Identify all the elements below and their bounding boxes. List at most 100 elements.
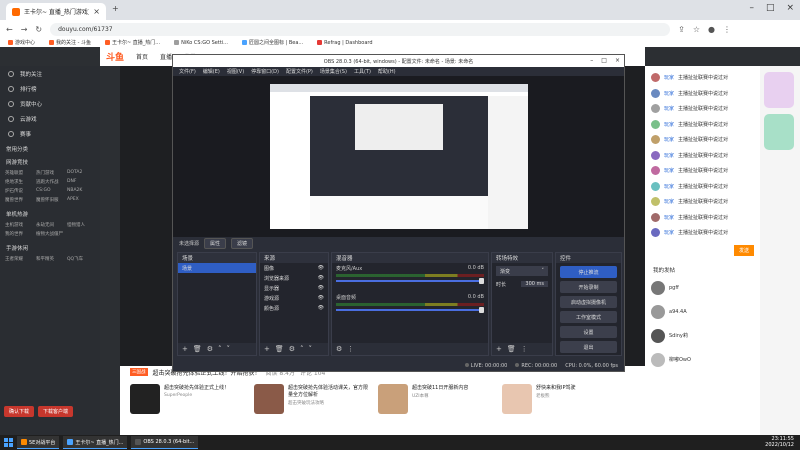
transition-select[interactable]: 渐变 ˅ <box>496 266 548 276</box>
post-item[interactable]: a94.4A <box>645 300 760 324</box>
sidebar-item-rank[interactable]: 排行榜 <box>0 81 100 96</box>
up-icon[interactable]: ˄ <box>218 345 222 353</box>
bookmark-item[interactable]: 匠圆之间全图标 | Bea... <box>241 39 303 46</box>
config-icon[interactable]: ⚙ <box>289 345 295 353</box>
volume-slider[interactable] <box>336 307 484 313</box>
volume-slider[interactable] <box>336 278 484 284</box>
share-icon[interactable]: ⇪ <box>678 25 685 34</box>
nav-home[interactable]: 首页 <box>136 52 148 61</box>
game-link[interactable]: 魔兽世界 <box>5 197 36 203</box>
add-icon[interactable]: + <box>182 345 188 353</box>
source-item[interactable]: 显示器 👁 <box>260 283 328 293</box>
eye-icon[interactable]: 👁 <box>318 285 324 291</box>
filters-button[interactable]: 滤镜 <box>231 238 254 249</box>
game-link[interactable]: NBA2K <box>67 188 98 194</box>
close-tab-icon[interactable]: × <box>93 7 100 16</box>
back-icon[interactable]: ← <box>6 25 13 34</box>
game-link[interactable]: 逃跑大作战 <box>36 179 67 185</box>
post-item[interactable]: 柳嘟OwO <box>645 348 760 372</box>
add-icon[interactable]: + <box>264 345 270 353</box>
slider-handle[interactable] <box>479 278 484 284</box>
menu-scene-collection[interactable]: 场景集合(S) <box>320 68 347 75</box>
article-card[interactable]: 超击突破抢先体验活动课关，官方限量全方位解析 超击突破玩法攻略 <box>254 384 372 431</box>
source-item[interactable]: 图像 👁 <box>260 263 328 273</box>
more-icon[interactable]: ⋮ <box>347 345 354 353</box>
menu-view[interactable]: 视图(V) <box>227 68 244 75</box>
menu-help[interactable]: 帮助(H) <box>378 68 396 75</box>
settings-button[interactable]: 设置 <box>560 326 617 338</box>
game-link[interactable]: QQ飞车 <box>67 256 98 262</box>
post-item[interactable]: Sdiny莉 <box>645 324 760 348</box>
trash-icon[interactable]: 🗑 <box>193 345 202 353</box>
more-icon[interactable]: ⋮ <box>521 345 528 353</box>
confirm-download-button[interactable]: 确认下载 <box>4 406 35 417</box>
windows-start-icon[interactable] <box>4 438 13 447</box>
minimize-icon[interactable]: – <box>590 57 593 64</box>
obs-preview[interactable] <box>173 76 624 237</box>
menu-icon[interactable]: ⋮ <box>723 25 731 34</box>
down-icon[interactable]: ˅ <box>309 345 313 353</box>
sidebar-item-follow[interactable]: 我的关注 <box>0 66 100 81</box>
bookmark-item[interactable]: 游戏中心 <box>8 39 35 46</box>
close-icon[interactable]: × <box>615 57 620 64</box>
close-icon[interactable]: × <box>786 3 794 13</box>
forward-icon[interactable]: → <box>21 25 28 34</box>
taskbar-item[interactable]: OBS 28.0.3 (64-bit... <box>131 436 199 449</box>
article-card[interactable]: 超击突破抢先体验正式上线！ SuperPeople <box>130 384 248 431</box>
duration-input[interactable]: 300 ms <box>521 281 548 287</box>
trash-icon[interactable]: 🗑 <box>275 345 284 353</box>
bookmark-item[interactable]: NiKo CS:GO Setti... <box>174 40 228 46</box>
game-link[interactable]: 主机游戏 <box>5 222 36 228</box>
menu-edit[interactable]: 编辑(E) <box>203 68 220 75</box>
site-logo[interactable]: 斗鱼 <box>106 50 124 63</box>
promo-badge[interactable] <box>764 72 794 108</box>
game-link[interactable]: 英雄联盟 <box>5 170 36 176</box>
slider-handle[interactable] <box>479 307 484 313</box>
sidebar-item-contribute[interactable]: 贡献中心 <box>0 96 100 111</box>
sidebar-item-events[interactable]: 赛事 <box>0 126 100 141</box>
game-link[interactable]: 和平精英 <box>36 256 67 262</box>
game-link[interactable]: 永劫无间 <box>36 222 67 228</box>
game-link[interactable]: APEX <box>67 197 98 203</box>
profile-icon[interactable]: ● <box>708 25 715 34</box>
promo-badge[interactable] <box>764 114 794 150</box>
maximize-icon[interactable]: □ <box>601 57 607 64</box>
article-card[interactable]: 超击突破11日开服新内容 UZI本尊 <box>378 384 496 431</box>
virtual-camera-button[interactable]: 启动虚拟摄像机 <box>560 296 617 308</box>
studio-mode-button[interactable]: 工作室模式 <box>560 311 617 323</box>
game-link[interactable]: 魔兽怀旧服 <box>36 197 67 203</box>
game-link[interactable]: CS:GO <box>36 188 67 194</box>
game-link[interactable]: 植物大战僵尸 <box>36 231 67 237</box>
bookmark-item[interactable]: Refrag | Dashboard <box>317 40 373 46</box>
settings-icon[interactable]: ⚙ <box>336 345 342 353</box>
game-link[interactable]: 绝地求生 <box>5 179 36 185</box>
down-icon[interactable]: ˅ <box>227 345 231 353</box>
eye-icon[interactable]: 👁 <box>318 295 324 301</box>
game-link[interactable]: 炉石传说 <box>5 188 36 194</box>
exit-button[interactable]: 退出 <box>560 341 617 353</box>
eye-icon[interactable]: 👁 <box>318 265 324 271</box>
bookmark-star-icon[interactable]: ☆ <box>693 25 700 34</box>
taskbar-clock[interactable]: 23:11:55 2022/10/12 <box>765 436 794 448</box>
minimize-icon[interactable]: – <box>749 3 754 13</box>
bookmark-item[interactable]: 王卡尔~ 直播_热门... <box>105 39 160 46</box>
download-client-button[interactable]: 下载客户端 <box>38 406 74 417</box>
source-item[interactable]: 颜色源 👁 <box>260 303 328 313</box>
stop-streaming-button[interactable]: 停止推流 <box>560 266 617 278</box>
bookmark-item[interactable]: 我的关注 - 斗鱼 <box>49 39 91 46</box>
config-icon[interactable]: ⚙ <box>207 345 213 353</box>
post-item[interactable]: pgff <box>645 276 760 300</box>
up-icon[interactable]: ˄ <box>300 345 304 353</box>
new-tab-icon[interactable]: + <box>112 4 119 13</box>
start-recording-button[interactable]: 开始录制 <box>560 281 617 293</box>
source-item[interactable]: 浏览器来源 👁 <box>260 273 328 283</box>
send-button[interactable]: 发送 <box>733 244 754 256</box>
game-link[interactable]: 热门游戏 <box>36 170 67 176</box>
sidebar-item-cloudgame[interactable]: 云游戏 <box>0 111 100 126</box>
eye-icon[interactable]: 👁 <box>318 305 324 311</box>
menu-docks[interactable]: 停靠窗口(D) <box>251 68 279 75</box>
maximize-icon[interactable]: □ <box>766 3 775 13</box>
add-icon[interactable]: + <box>496 345 502 353</box>
game-link[interactable]: DOTA2 <box>67 170 98 176</box>
scene-item[interactable]: 场景 <box>178 263 256 273</box>
